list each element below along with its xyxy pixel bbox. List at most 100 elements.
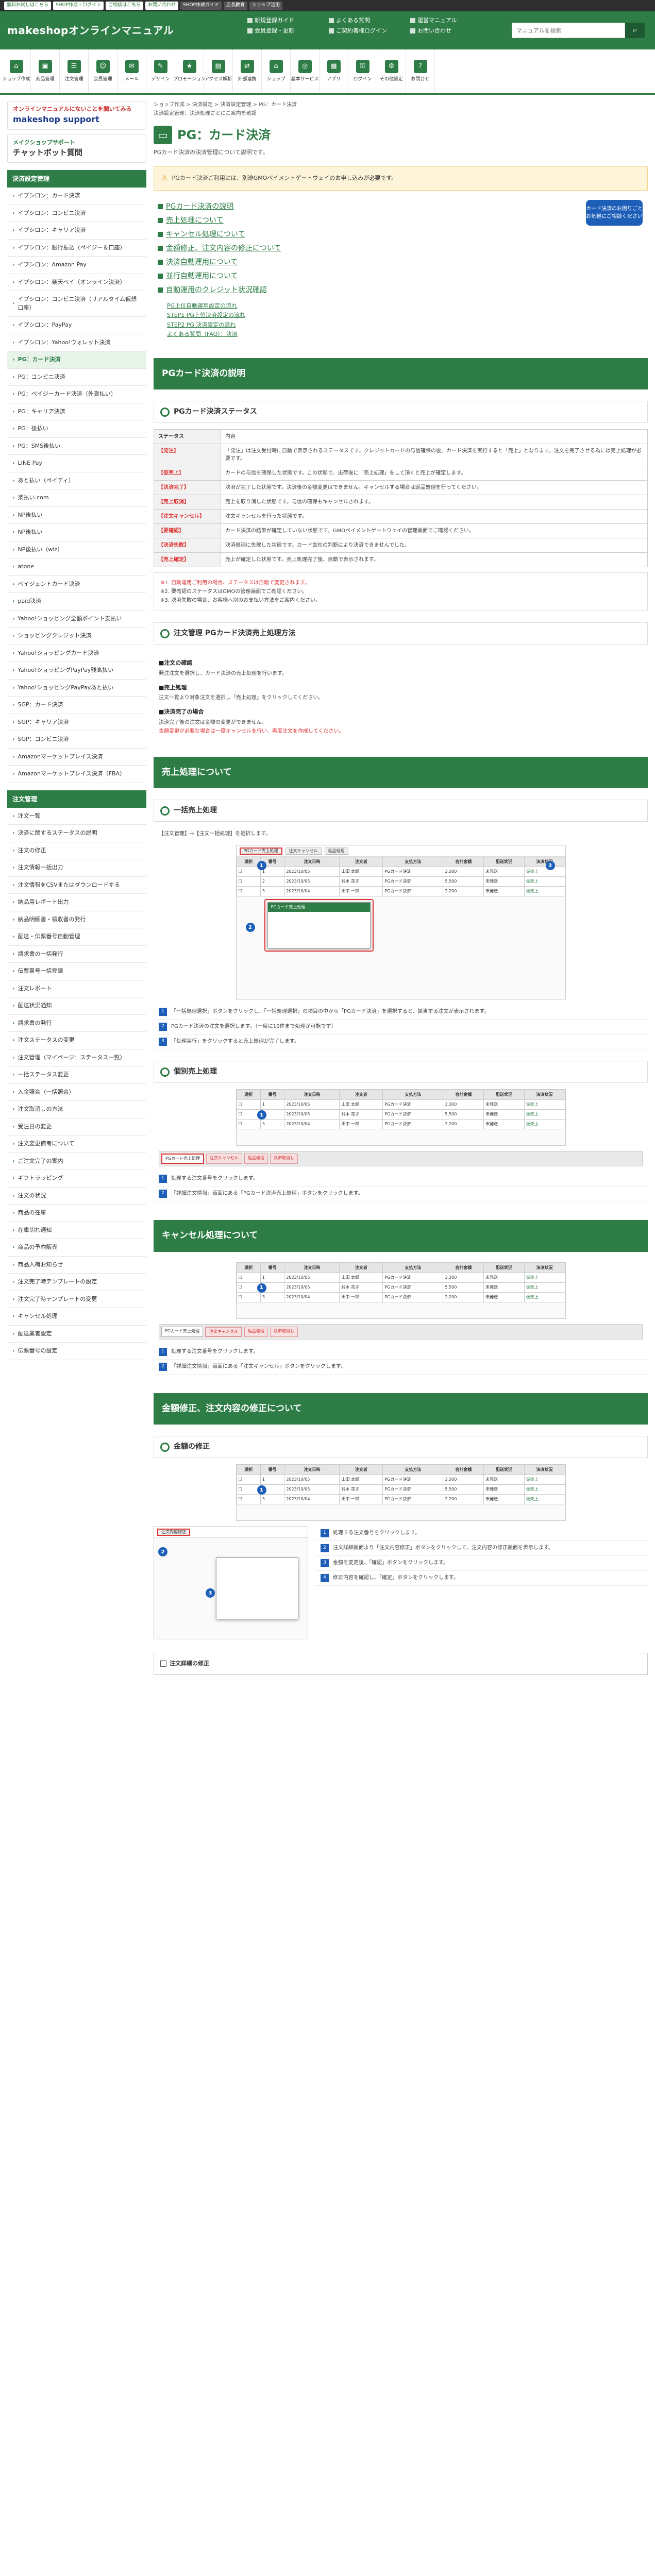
sidebar-item[interactable]: NP後払い（wiz） bbox=[7, 541, 146, 558]
sidebar-item[interactable]: 注文一覧 bbox=[7, 808, 146, 825]
nav-item-4[interactable]: ✉ メール bbox=[117, 49, 146, 93]
sidebar-item[interactable]: イプシロン：コンビニ決済 bbox=[7, 205, 146, 222]
topbar-button[interactable]: SHOP作成ガイド bbox=[180, 2, 222, 10]
sidebar-item[interactable]: ペイジェントカード決済 bbox=[7, 576, 146, 593]
topbar-button[interactable]: 店長教育 bbox=[224, 2, 248, 10]
sidebar-item[interactable]: ご注文完了の案内 bbox=[7, 1153, 146, 1170]
sidebar-item[interactable]: 在庫切れ通知 bbox=[7, 1222, 146, 1239]
sidebar-item[interactable]: 配送・伝票番号自動管理 bbox=[7, 928, 146, 946]
sidebar-item[interactable]: ショッピングクレジット決済 bbox=[7, 628, 146, 645]
support-banner[interactable]: オンラインマニュアルにないことを聞いてみる makeshop support bbox=[7, 101, 146, 130]
sidebar-item[interactable]: LINE Pay bbox=[7, 455, 146, 472]
nav-item-1[interactable]: ▣ 商品管理 bbox=[31, 49, 60, 93]
sidebar-item[interactable]: 請求書の一括発行 bbox=[7, 946, 146, 963]
sidebar-item[interactable]: 納品用レポート出力 bbox=[7, 894, 146, 911]
sidebar-item[interactable]: 注文管理（マイページ：ステータス一覧） bbox=[7, 1049, 146, 1066]
sidebar-item[interactable]: イプシロン：キャリア決済 bbox=[7, 222, 146, 240]
sidebar-item[interactable]: 受注日の変更 bbox=[7, 1118, 146, 1136]
search-input[interactable] bbox=[512, 23, 625, 38]
sidebar-item[interactable]: 注文取消しの方法 bbox=[7, 1101, 146, 1118]
toc-link[interactable]: 売上処理について bbox=[166, 215, 224, 226]
sidebar-item[interactable]: イプシロン：Yahoo!ウォレット決済 bbox=[7, 334, 146, 351]
sidebar-item[interactable]: NP後払い bbox=[7, 507, 146, 524]
breadcrumb-sub[interactable]: 決済設定管理：決済処理ごとにご案内を確認 bbox=[154, 110, 648, 117]
sidebar-item[interactable]: 注文情報一括出力 bbox=[7, 859, 146, 877]
sidebar-item[interactable]: PG：コンビニ決済 bbox=[7, 369, 146, 386]
sidebar-item[interactable]: 楽払い.com bbox=[7, 489, 146, 507]
toc-link[interactable]: PGカード決済の説明 bbox=[166, 201, 233, 212]
sidebar-item[interactable]: ギフトラッピング bbox=[7, 1170, 146, 1188]
topbar-button[interactable]: ショップ活用 bbox=[249, 2, 283, 10]
nav-item-12[interactable]: ⚿ ログイン bbox=[348, 49, 377, 93]
sidebar-item[interactable]: 伝票番号の設定 bbox=[7, 1343, 146, 1360]
sidebar-item[interactable]: 注文の状況 bbox=[7, 1188, 146, 1205]
sidebar-item[interactable]: イプシロン：PayPay bbox=[7, 317, 146, 334]
site-logo[interactable]: makeshopオンラインマニュアル bbox=[7, 23, 174, 38]
toc-link[interactable]: 自動運用のクレジット状況確認 bbox=[166, 285, 267, 296]
sidebar-item[interactable]: イプシロン：カード決済 bbox=[7, 188, 146, 205]
nav-item-10[interactable]: ◎ 基本サービス bbox=[291, 49, 320, 93]
sidebar-item[interactable]: あと払い（ペイディ） bbox=[7, 472, 146, 489]
search-button[interactable]: ⌕ bbox=[625, 23, 645, 38]
toc-link[interactable]: 並行自動運用について bbox=[166, 271, 238, 282]
sidebar-item[interactable]: 請求書の発行 bbox=[7, 1015, 146, 1032]
breadcrumb[interactable]: ショップ作成 > 決済設定 > 決済設定管理 > PG：カード決済 bbox=[154, 101, 648, 109]
sidebar-item[interactable]: 納品明細書・領収書の発行 bbox=[7, 911, 146, 928]
sidebar-item[interactable]: イプシロン：楽天ペイ（オンライン決済） bbox=[7, 274, 146, 291]
sidebar-item[interactable]: Amazonマーケットプレイス決済 bbox=[7, 749, 146, 766]
sidebar-item[interactable]: 伝票番号一括登録 bbox=[7, 963, 146, 980]
nav-item-13[interactable]: ⚙ その他設定 bbox=[377, 49, 406, 93]
sidebar-item[interactable]: Yahoo!ショッピングPayPay残高払い bbox=[7, 662, 146, 680]
sidebar-item[interactable]: PG：カード決済 bbox=[7, 351, 146, 369]
nav-item-9[interactable]: ⌂ ショップ bbox=[262, 49, 291, 93]
sidebar-item[interactable]: SGP：キャリア決済 bbox=[7, 714, 146, 731]
sidebar-item[interactable]: Yahoo!ショッピングPayPayあと払い bbox=[7, 680, 146, 697]
sidebar-item[interactable]: SGP：カード決済 bbox=[7, 697, 146, 714]
header-link[interactable]: 会員登録・更新 bbox=[247, 27, 325, 36]
nav-item-11[interactable]: ▦ アプリ bbox=[320, 49, 348, 93]
nav-item-0[interactable]: ⌂ ショップ作成 bbox=[2, 49, 31, 93]
sidebar-item[interactable]: イプシロン：銀行振込（ペイジー＆口座） bbox=[7, 240, 146, 257]
header-link[interactable]: よくある質問 bbox=[329, 16, 406, 25]
header-link[interactable]: 運営マニュアル bbox=[410, 16, 493, 25]
nav-item-7[interactable]: ▤ アクセス解析 bbox=[204, 49, 233, 93]
nav-item-6[interactable]: ★ プロモーション bbox=[173, 49, 206, 93]
sidebar-item[interactable]: キャンセル処理 bbox=[7, 1308, 146, 1326]
sidebar-item[interactable]: イプシロン：Amazon Pay bbox=[7, 257, 146, 274]
sidebar-item[interactable]: イプシロン：コンビニ決済（リアルタイム仮想口座） bbox=[7, 291, 146, 317]
toc-link[interactable]: 金額修正、注文内容の修正について bbox=[166, 243, 281, 254]
sidebar-item[interactable]: 商品の予約販売 bbox=[7, 1239, 146, 1257]
sidebar-item[interactable]: 注文情報をCSVまたはダウンロードする bbox=[7, 877, 146, 894]
topbar-button[interactable]: SHOP作成・ログイン bbox=[53, 2, 104, 10]
sidebar-item[interactable]: 配送状況通知 bbox=[7, 997, 146, 1015]
sidebar-item[interactable]: Yahoo!ショッピング全額ポイント支払い bbox=[7, 611, 146, 628]
sidebar-item[interactable]: 注文の修正 bbox=[7, 842, 146, 859]
nav-item-3[interactable]: ☺ 会員管理 bbox=[89, 49, 117, 93]
sidebar-item[interactable]: PG：後払い bbox=[7, 420, 146, 438]
toc-link[interactable]: 決済自動運用について bbox=[166, 257, 238, 268]
sidebar-item[interactable]: 注文完了時テンプレートの変更 bbox=[7, 1291, 146, 1308]
sidebar-item[interactable]: 注文レポート bbox=[7, 980, 146, 997]
topbar-button[interactable]: 無料お試しはこちら bbox=[4, 2, 52, 10]
sidebar-item[interactable]: 決済に関するステータスの説明 bbox=[7, 825, 146, 842]
sidebar-item[interactable]: Yahoo!ショッピングカード決済 bbox=[7, 645, 146, 662]
topbar-button[interactable]: お問い合わせ bbox=[145, 2, 179, 10]
sidebar-item[interactable]: PG：ペイジーカード決済（外貨払い） bbox=[7, 386, 146, 403]
sidebar-item[interactable]: Amazonマーケットプレイス決済（FBA） bbox=[7, 766, 146, 783]
toc-sub-link[interactable]: STEP1 PG上位決済設定の流れ bbox=[167, 312, 245, 318]
sidebar-item[interactable]: PG：キャリア決済 bbox=[7, 403, 146, 420]
toc-sub-link[interactable]: STEP2 PG 決済設定の流れ bbox=[167, 321, 236, 328]
toc-sub-link[interactable]: よくある質問（FAQ）：決済 bbox=[167, 331, 238, 337]
nav-item-2[interactable]: ☰ 注文管理 bbox=[60, 49, 89, 93]
bottom-card[interactable]: 注文詳細の修正 bbox=[154, 1653, 648, 1675]
chat-ad-bubble[interactable]: カード決済のお困りごと お気軽にご相談ください bbox=[586, 199, 648, 226]
chatbot-banner[interactable]: メイクショップサポート チャットボット質問 bbox=[7, 134, 146, 163]
toc-link[interactable]: キャンセル処理について bbox=[166, 229, 245, 240]
sidebar-item[interactable]: 入金照合（一括照合） bbox=[7, 1084, 146, 1101]
sidebar-item[interactable]: 注文変更備考について bbox=[7, 1136, 146, 1153]
sidebar-item[interactable]: SGP：コンビニ決済 bbox=[7, 731, 146, 749]
header-link[interactable]: お問い合わせ bbox=[410, 27, 493, 36]
nav-item-5[interactable]: ✎ デザイン bbox=[146, 49, 175, 93]
nav-item-8[interactable]: ⇄ 外部連携 bbox=[233, 49, 262, 93]
sidebar-item[interactable]: NP後払い bbox=[7, 524, 146, 541]
